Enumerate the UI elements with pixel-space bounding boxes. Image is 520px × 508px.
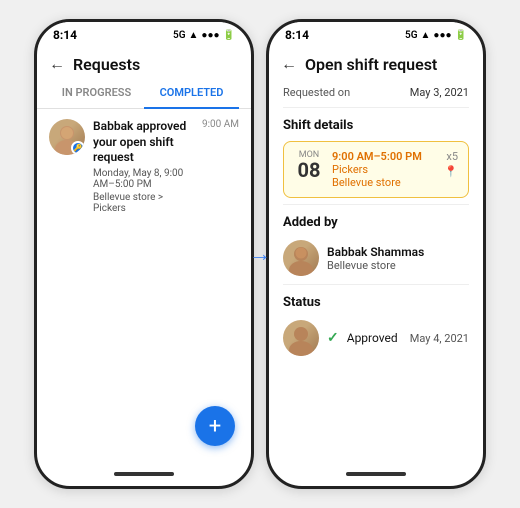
avatar-face-3 (283, 320, 319, 356)
avatar-3 (283, 320, 319, 356)
shift-meta: x5 📍 (444, 150, 458, 178)
time-1: 8:14 (53, 28, 77, 42)
avatar-face-2 (283, 240, 319, 276)
notif-location: Bellevue store > Pickers (93, 192, 194, 214)
notif-content: Babbak approved your open shift request … (93, 119, 194, 214)
status-check-icon: ✓ (327, 330, 339, 346)
status-header: Status (269, 287, 483, 314)
requested-on-section: Requested on May 3, 2021 (269, 78, 483, 105)
screen-1: ← Requests IN PROGRESS COMPLETED � (37, 46, 251, 462)
shift-count: x5 (446, 150, 458, 163)
status-date: May 4, 2021 (410, 332, 469, 345)
network-icon-2: 5G (405, 30, 418, 41)
tab-in-progress[interactable]: IN PROGRESS (49, 78, 144, 109)
added-by-store: Bellevue store (327, 259, 424, 272)
status-icons-1: 5G ▲ ●●● 🔋 (173, 30, 235, 41)
status-bar-1: 8:14 5G ▲ ●●● 🔋 (37, 22, 251, 46)
divider-2 (283, 204, 469, 205)
shift-date-block: MON 08 (294, 150, 324, 180)
phone-requests: 8:14 5G ▲ ●●● 🔋 ← Requests IN PROGRESS C… (34, 19, 254, 489)
battery-icon: 🔋 (223, 30, 235, 41)
added-by-name: Babbak Shammas (327, 245, 424, 259)
added-by-row: Babbak Shammas Bellevue store (269, 234, 483, 282)
avatar-badge: 🔑 (71, 141, 85, 155)
two-phone-layout: 8:14 5G ▲ ●●● 🔋 ← Requests IN PROGRESS C… (34, 19, 486, 489)
notif-title: Babbak approved your open shift request (93, 119, 194, 166)
shift-details-header: Shift details (269, 110, 483, 137)
signal-icon-2: ●●● (433, 30, 451, 41)
battery-icon-2: 🔋 (455, 30, 467, 41)
divider-1 (283, 107, 469, 108)
added-by-text: Babbak Shammas Bellevue store (327, 245, 424, 272)
wifi-icon-2: ▲ (421, 30, 431, 41)
page-title-2: Open shift request (305, 55, 437, 74)
shift-info: 9:00 AM–5:00 PM Pickers Bellevue store (332, 150, 436, 189)
signal-icon: ●●● (201, 30, 219, 41)
added-by-header: Added by (269, 207, 483, 234)
shift-role: Pickers (332, 163, 436, 176)
divider-3 (283, 284, 469, 285)
location-icon: 📍 (444, 165, 458, 178)
home-bar-2 (346, 472, 406, 476)
tabs-container: IN PROGRESS COMPLETED (37, 78, 251, 109)
back-button-2[interactable]: ← (281, 54, 297, 74)
status-text: Approved (347, 331, 402, 345)
time-2: 8:14 (285, 28, 309, 42)
requested-on-row: Requested on May 3, 2021 (283, 84, 469, 101)
requested-on-value: May 3, 2021 (410, 86, 469, 99)
back-button-1[interactable]: ← (49, 54, 65, 74)
home-bar-1 (114, 472, 174, 476)
home-indicator-2 (269, 462, 483, 486)
network-icon-1: 5G (173, 30, 186, 41)
shift-day: 08 (298, 160, 321, 180)
fab-button[interactable]: + (195, 406, 235, 446)
requested-on-label: Requested on (283, 86, 350, 99)
avatar-2 (283, 240, 319, 276)
status-row: ✓ Approved May 4, 2021 (269, 314, 483, 362)
status-bar-2: 8:14 5G ▲ ●●● 🔋 (269, 22, 483, 46)
notif-time: 9:00 AM (202, 119, 239, 130)
nav-bar-1: ← Requests (37, 46, 251, 78)
navigation-arrow: → (249, 241, 271, 267)
tab-completed[interactable]: COMPLETED (144, 78, 239, 109)
status-icons-2: 5G ▲ ●●● 🔋 (405, 30, 467, 41)
shift-card: MON 08 9:00 AM–5:00 PM Pickers Bellevue … (283, 141, 469, 198)
shift-time: 9:00 AM–5:00 PM (332, 150, 436, 163)
nav-bar-2: ← Open shift request (269, 46, 483, 78)
notif-subtitle: Monday, May 8, 9:00 AM–5:00 PM (93, 168, 194, 190)
notification-item[interactable]: 🔑 Babbak approved your open shift reques… (37, 109, 251, 224)
wifi-icon: ▲ (189, 30, 199, 41)
phone-detail: 8:14 5G ▲ ●●● 🔋 ← Open shift request Req… (266, 19, 486, 489)
avatar: 🔑 (49, 119, 85, 155)
page-title-1: Requests (73, 55, 140, 74)
shift-store: Bellevue store (332, 176, 436, 189)
home-indicator-1 (37, 462, 251, 486)
screen-2: ← Open shift request Requested on May 3,… (269, 46, 483, 462)
